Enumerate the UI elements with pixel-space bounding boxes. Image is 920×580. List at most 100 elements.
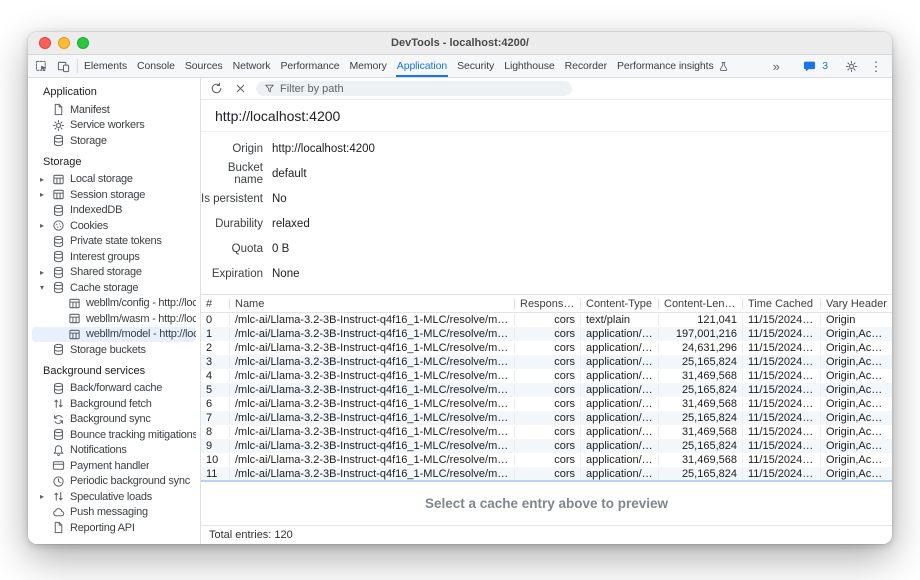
- devtools-tabs: ElementsConsoleSourcesNetworkPerformance…: [79, 55, 734, 77]
- detail-row-quota: Quota0 B: [201, 236, 892, 261]
- sidebar-item-label: Cache storage: [70, 282, 138, 294]
- cell-content_type: application/oc...: [580, 426, 658, 438]
- cache-entry-row[interactable]: 9/mlc-ai/Llama-3.2-3B-Instruct-q4f16_1-M…: [201, 439, 892, 453]
- tab-application[interactable]: Application: [392, 55, 452, 77]
- cell-content_type: application/oc...: [580, 328, 658, 340]
- chevron-double-right-icon[interactable]: »: [766, 57, 786, 75]
- refresh-icon[interactable]: [206, 80, 226, 98]
- sidebar-item-interest-groups[interactable]: Interest groups: [32, 249, 196, 265]
- cell-content_type: application/oc...: [580, 356, 658, 368]
- cell-num: 2: [201, 342, 229, 354]
- column-header-content-length[interactable]: Content-Length: [658, 298, 742, 310]
- cell-vary_header: Origin,Access...: [820, 342, 892, 354]
- tab-performance-insights[interactable]: Performance insights: [612, 55, 734, 77]
- sidebar-item-manifest[interactable]: Manifest: [32, 102, 196, 118]
- sidebar-item-storage-buckets[interactable]: Storage buckets: [32, 342, 196, 358]
- console-bubble-icon[interactable]: [799, 57, 819, 75]
- cache-entry-row[interactable]: 5/mlc-ai/Llama-3.2-3B-Instruct-q4f16_1-M…: [201, 383, 892, 397]
- column-header-response-type[interactable]: Response-Type: [514, 298, 580, 310]
- sidebar-item-background-fetch[interactable]: Background fetch: [32, 396, 196, 412]
- kebab-menu-icon[interactable]: ⋮: [866, 57, 886, 75]
- tab-lighthouse[interactable]: Lighthouse: [499, 55, 559, 77]
- window-titlebar[interactable]: DevTools - localhost:4200/: [28, 32, 892, 55]
- table-icon: [68, 328, 81, 341]
- cell-response_type: cors: [514, 440, 580, 452]
- tab-elements[interactable]: Elements: [79, 55, 132, 77]
- cache-entry-row[interactable]: 11/mlc-ai/Llama-3.2-3B-Instruct-q4f16_1-…: [201, 467, 892, 480]
- sidebar-item-push-messaging[interactable]: Push messaging: [32, 505, 196, 521]
- cell-content_length: 31,469,568: [658, 398, 742, 410]
- tab-recorder[interactable]: Recorder: [560, 55, 612, 77]
- tab-console[interactable]: Console: [132, 55, 180, 77]
- sidebar-item-speculative-loads[interactable]: ▸ Speculative loads: [32, 489, 196, 505]
- cell-name: /mlc-ai/Llama-3.2-3B-Instruct-q4f16_1-ML…: [229, 356, 514, 368]
- column-header-name[interactable]: Name: [229, 298, 514, 310]
- tab-label: Elements: [84, 60, 127, 72]
- chevron-right-icon[interactable]: ▸: [40, 190, 52, 199]
- sidebar-item-webllm-config-http-loc[interactable]: webllm/config - http://loc...: [32, 296, 196, 312]
- cache-entry-row[interactable]: 4/mlc-ai/Llama-3.2-3B-Instruct-q4f16_1-M…: [201, 369, 892, 383]
- cache-entry-row[interactable]: 2/mlc-ai/Llama-3.2-3B-Instruct-q4f16_1-M…: [201, 341, 892, 355]
- sidebar-item-payment-handler[interactable]: Payment handler: [32, 458, 196, 474]
- column-header-[interactable]: #: [201, 298, 229, 310]
- cache-entry-row[interactable]: 0/mlc-ai/Llama-3.2-3B-Instruct-q4f16_1-M…: [201, 313, 892, 327]
- chevron-right-icon[interactable]: ▸: [40, 221, 52, 230]
- gear-icon[interactable]: [841, 57, 861, 75]
- tab-security[interactable]: Security: [452, 55, 499, 77]
- sidebar-item-periodic-background-sync[interactable]: Periodic background sync: [32, 474, 196, 490]
- tab-memory[interactable]: Memory: [344, 55, 391, 77]
- inspect-icon[interactable]: [31, 57, 51, 75]
- column-header-vary-header[interactable]: Vary Header: [820, 298, 892, 310]
- cache-entry-row[interactable]: 7/mlc-ai/Llama-3.2-3B-Instruct-q4f16_1-M…: [201, 411, 892, 425]
- tab-performance[interactable]: Performance: [275, 55, 344, 77]
- filter-input[interactable]: Filter by path: [256, 81, 572, 96]
- sidebar-item-storage[interactable]: Storage: [32, 133, 196, 149]
- sidebar-item-shared-storage[interactable]: ▸Shared storage: [32, 265, 196, 281]
- funnel-icon: [264, 83, 275, 94]
- detail-row-origin: Originhttp://localhost:4200: [201, 136, 892, 161]
- tab-label: Performance insights: [617, 60, 714, 72]
- sidebar-item-cookies[interactable]: ▸Cookies: [32, 218, 196, 234]
- sidebar-item-indexeddb[interactable]: IndexedDB: [32, 203, 196, 219]
- tab-label: Recorder: [565, 60, 607, 72]
- cell-content_length: 25,165,824: [658, 412, 742, 424]
- device-toolbar-icon[interactable]: [53, 57, 73, 75]
- sidebar-item-notifications[interactable]: Notifications: [32, 443, 196, 459]
- sidebar-item-webllm-wasm-http-loca[interactable]: webllm/wasm - http://loca...: [32, 311, 196, 327]
- cell-response_type: cors: [514, 314, 580, 326]
- column-header-time-cached[interactable]: Time Cached: [742, 298, 820, 310]
- database-icon: [52, 266, 65, 279]
- sidebar-item-label: Speculative loads: [70, 491, 152, 503]
- chevron-right-icon[interactable]: ▸: [40, 492, 52, 501]
- cache-entry-row[interactable]: 10/mlc-ai/Llama-3.2-3B-Instruct-q4f16_1-…: [201, 453, 892, 467]
- sidebar-item-service-workers[interactable]: Service workers: [32, 118, 196, 134]
- cell-vary_header: Origin,Access...: [820, 384, 892, 396]
- cell-time_cached: 11/15/2024, 10...: [742, 412, 820, 424]
- cache-entry-row[interactable]: 3/mlc-ai/Llama-3.2-3B-Instruct-q4f16_1-M…: [201, 355, 892, 369]
- tab-sources[interactable]: Sources: [180, 55, 228, 77]
- updown-arrows-icon: [52, 490, 65, 503]
- chevron-right-icon[interactable]: ▸: [40, 175, 52, 184]
- sidebar-item-webllm-model-http-loc[interactable]: webllm/model - http://loc...: [32, 327, 196, 343]
- cache-entry-row[interactable]: 6/mlc-ai/Llama-3.2-3B-Instruct-q4f16_1-M…: [201, 397, 892, 411]
- sidebar-item-session-storage[interactable]: ▸Session storage: [32, 187, 196, 203]
- chevron-down-icon[interactable]: ▾: [40, 283, 52, 292]
- sidebar-item-back-forward-cache[interactable]: Back/forward cache: [32, 381, 196, 397]
- cell-response_type: cors: [514, 398, 580, 410]
- cache-entry-row[interactable]: 1/mlc-ai/Llama-3.2-3B-Instruct-q4f16_1-M…: [201, 327, 892, 341]
- cache-entry-row[interactable]: 8/mlc-ai/Llama-3.2-3B-Instruct-q4f16_1-M…: [201, 425, 892, 439]
- sidebar-item-local-storage[interactable]: ▸Local storage: [32, 172, 196, 188]
- cell-time_cached: 11/15/2024, 10...: [742, 468, 820, 480]
- sidebar-item-cache-storage[interactable]: ▾ Cache storage: [32, 280, 196, 296]
- chevron-right-icon[interactable]: ▸: [40, 268, 52, 277]
- sidebar-item-private-state-tokens[interactable]: Private state tokens: [32, 234, 196, 250]
- sidebar-item-bounce-tracking-mitigations[interactable]: Bounce tracking mitigations: [32, 427, 196, 443]
- cell-name: /mlc-ai/Llama-3.2-3B-Instruct-q4f16_1-ML…: [229, 412, 514, 424]
- sidebar-item-reporting-api[interactable]: Reporting API: [32, 520, 196, 536]
- sidebar-item-label: Back/forward cache: [70, 382, 162, 394]
- column-header-content-type[interactable]: Content-Type: [580, 298, 658, 310]
- sidebar-item-background-sync[interactable]: Background sync: [32, 412, 196, 428]
- tab-network[interactable]: Network: [228, 55, 276, 77]
- cookie-icon: [52, 219, 65, 232]
- delete-selected-icon[interactable]: [230, 80, 250, 98]
